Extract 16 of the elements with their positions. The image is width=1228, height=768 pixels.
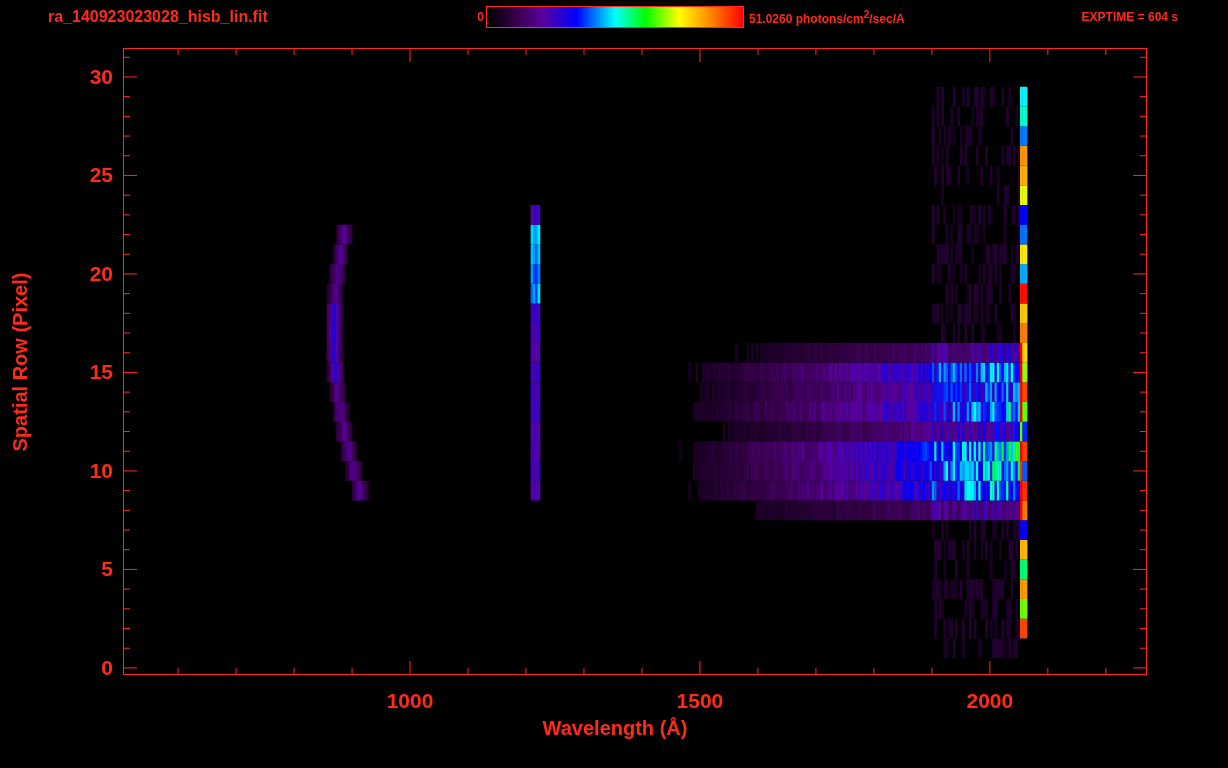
y-tick-label: 25 bbox=[89, 163, 113, 188]
colorbar-max-label: 51.0260 photons/cm$^{2}$/sec/A bbox=[749, 8, 905, 26]
y-tick-label: 20 bbox=[89, 261, 113, 286]
y-tick-label: 10 bbox=[89, 458, 113, 483]
y-tick-label: 15 bbox=[89, 360, 113, 385]
y-axis-title: Spatial Row (Pixel) bbox=[8, 272, 32, 451]
x-tick-label: 2000 bbox=[966, 689, 1014, 713]
y-tick-label: 30 bbox=[89, 64, 113, 89]
colorbar-min-label: 0 bbox=[476, 10, 484, 24]
exposure-time: EXPTIME = 604 s bbox=[1081, 10, 1178, 24]
x-axis-title: Wavelength (Å) bbox=[542, 717, 688, 740]
x-tick-label: 1000 bbox=[386, 689, 434, 713]
y-tick-label: 5 bbox=[101, 557, 113, 582]
y-tick-label: 0 bbox=[101, 655, 113, 680]
x-tick-label: 1500 bbox=[676, 689, 724, 713]
file-name: ra_140923023028_hisb_lin.fit bbox=[48, 8, 269, 26]
